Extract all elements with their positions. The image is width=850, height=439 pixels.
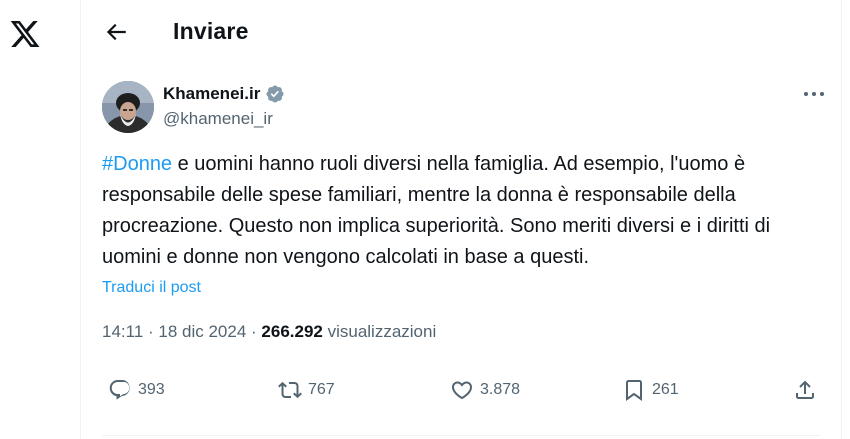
meta-separator: · xyxy=(246,322,262,341)
like-button[interactable]: 3.878 xyxy=(450,378,520,402)
tweet-date[interactable]: 18 dic 2024 xyxy=(158,322,246,341)
hashtag-link[interactable]: #Donne xyxy=(102,153,172,175)
tweet-meta: 14:11 · 18 dic 2024 · 266.292 visualizza… xyxy=(102,322,436,342)
bookmark-count: 261 xyxy=(652,381,679,398)
translate-post-link[interactable]: Traduci il post xyxy=(102,279,201,297)
author-display-name[interactable]: Khamenei.ir xyxy=(163,84,260,104)
tweet-body: e uomini hanno ruoli diversi nella famig… xyxy=(102,153,771,268)
more-horizontal-icon[interactable] xyxy=(803,90,825,98)
verified-badge-icon xyxy=(266,85,284,103)
views-count: 266.292 xyxy=(261,322,323,341)
heart-icon xyxy=(451,381,473,400)
share-button[interactable] xyxy=(793,378,817,402)
left-nav xyxy=(0,0,80,439)
tweet-text: #Donne e uomini hanno ruoli diversi nell… xyxy=(102,149,832,273)
tweet-actions: 393 767 3.878 261 xyxy=(81,378,841,418)
repost-count: 767 xyxy=(308,381,335,398)
arrow-left-icon[interactable] xyxy=(103,19,129,45)
page-title: Inviare xyxy=(173,18,249,44)
page-header: Inviare xyxy=(81,0,841,66)
author-handle[interactable]: @khamenei_ir xyxy=(163,109,273,129)
repost-button[interactable]: 767 xyxy=(278,378,335,402)
author-name-row: Khamenei.ir xyxy=(163,84,285,104)
views-label: visualizzazioni xyxy=(322,322,437,341)
like-count: 3.878 xyxy=(480,381,521,398)
tweet-time[interactable]: 14:11 xyxy=(102,322,143,341)
bookmark-button[interactable]: 261 xyxy=(622,378,679,402)
share-icon xyxy=(796,380,814,399)
reply-count: 393 xyxy=(138,381,165,398)
reply-icon xyxy=(109,380,130,400)
meta-separator: · xyxy=(143,322,159,341)
divider xyxy=(102,435,820,436)
repost-icon xyxy=(278,381,302,399)
x-logo-icon[interactable] xyxy=(9,18,41,50)
bookmark-icon xyxy=(626,380,642,401)
main-column: Inviare Khamenei.ir @khamenei_ir #Donne … xyxy=(80,0,842,439)
avatar[interactable] xyxy=(102,81,154,133)
reply-button[interactable]: 393 xyxy=(108,378,165,402)
